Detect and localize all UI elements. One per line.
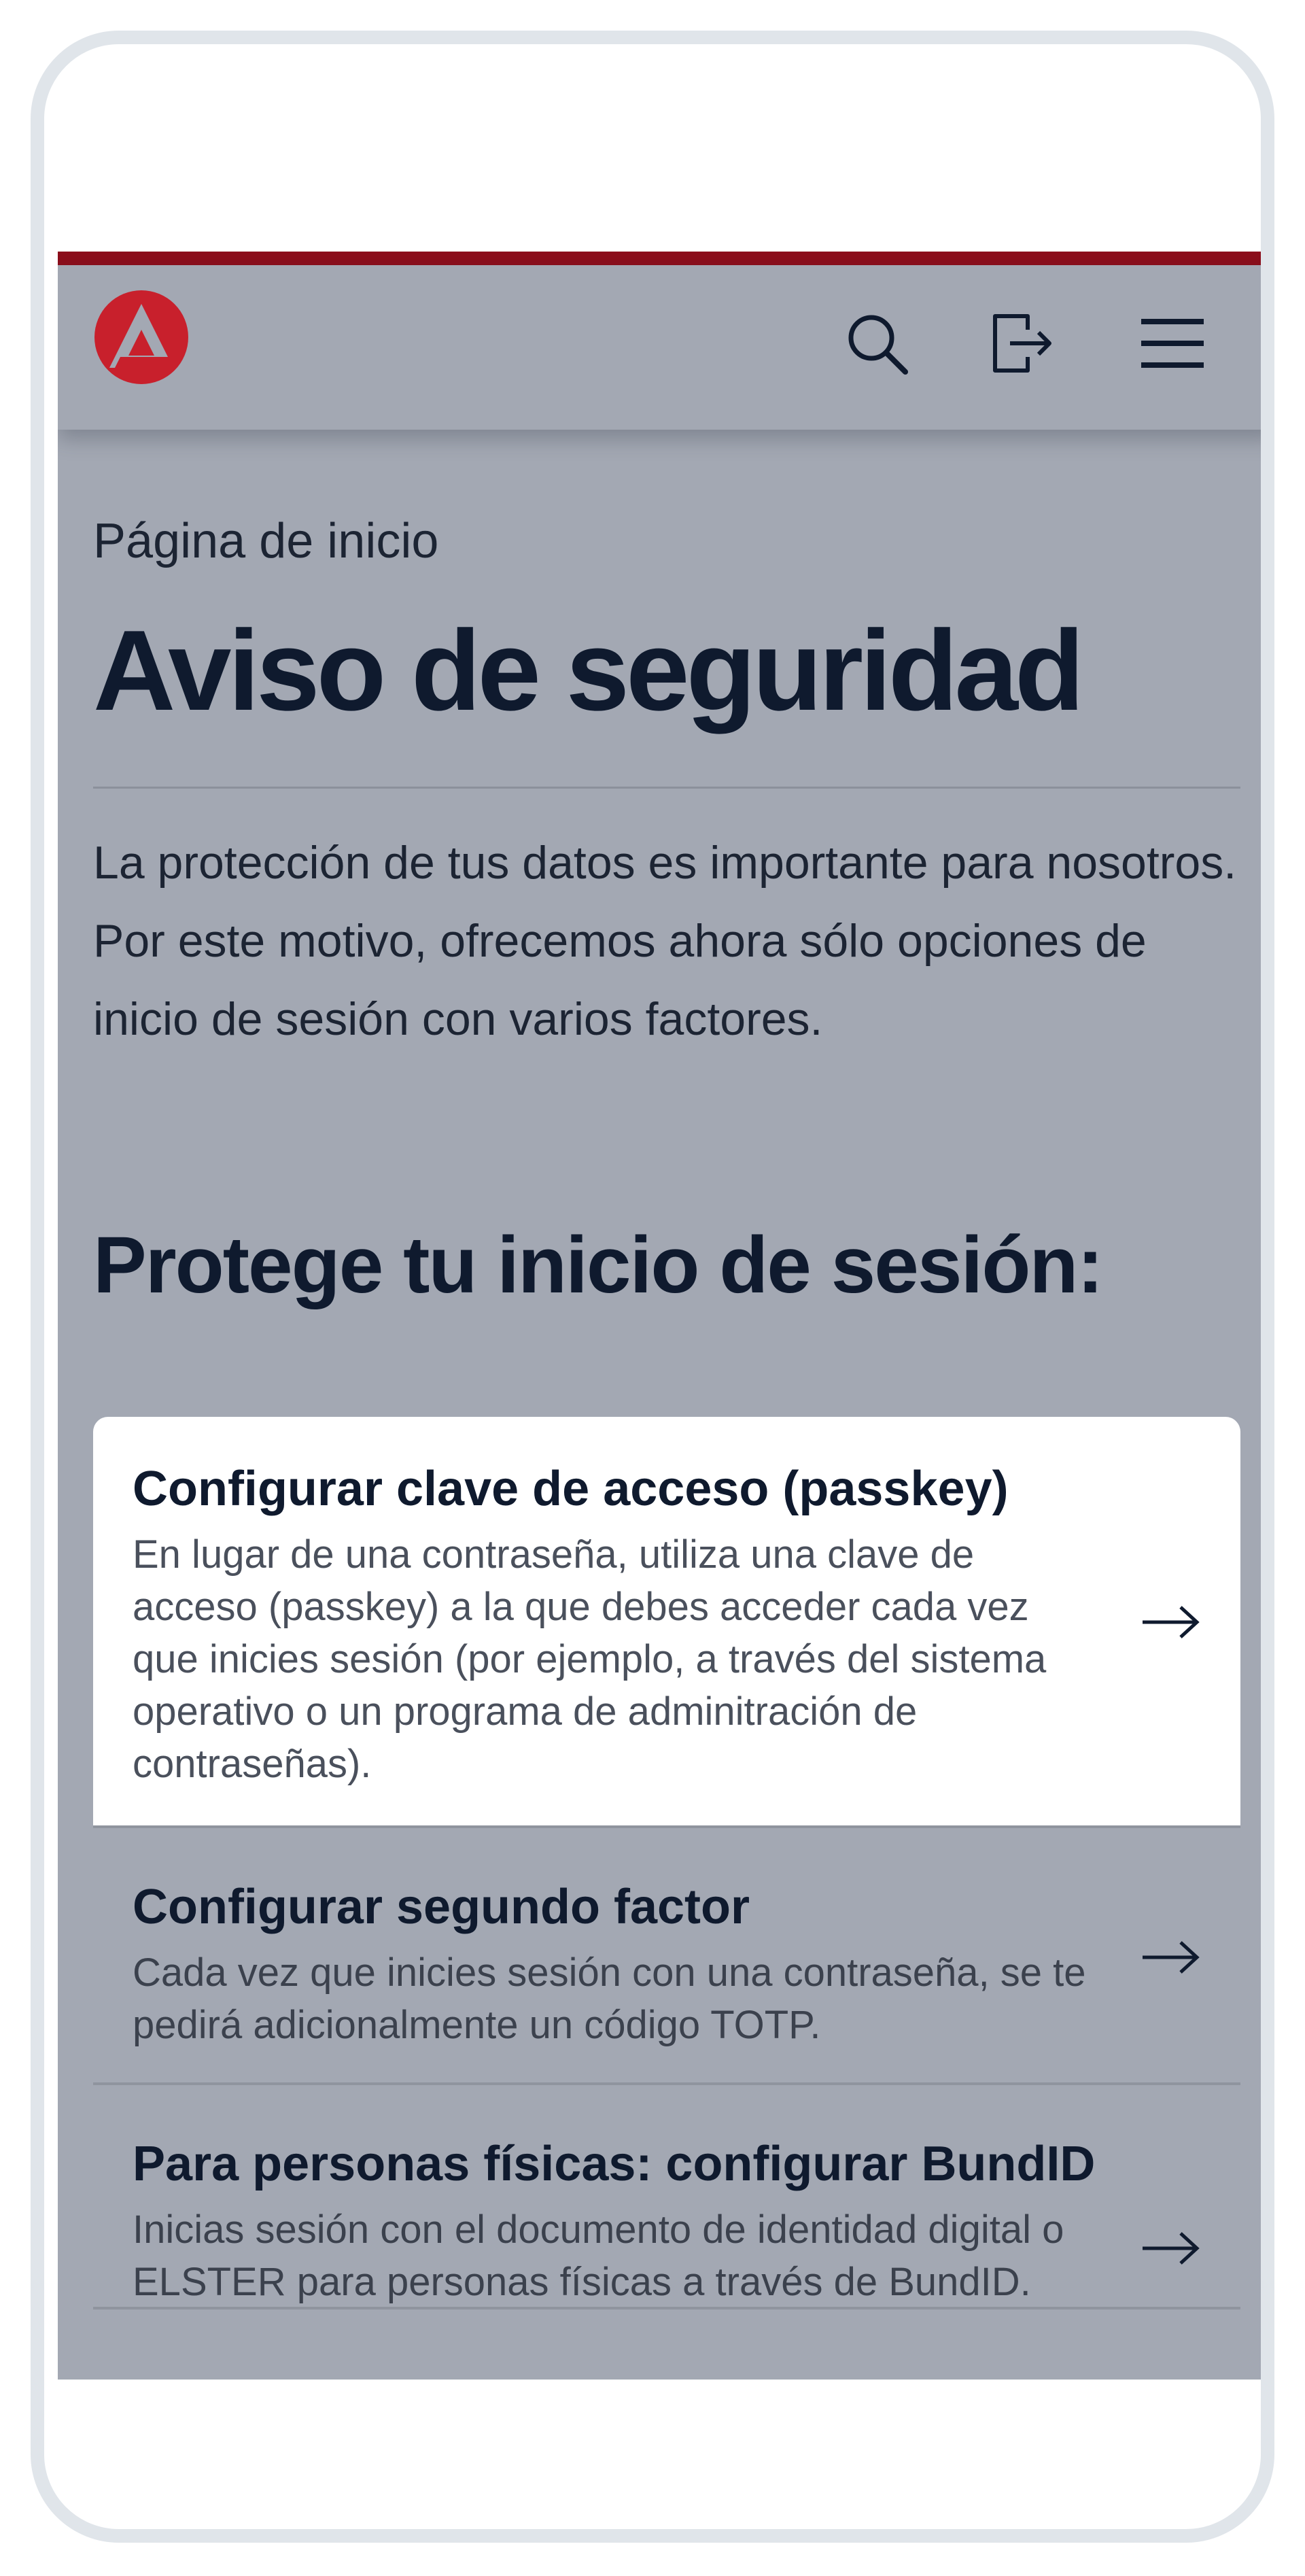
- section-title: Protege tu inicio de sesión:: [93, 1220, 1104, 1310]
- login-options-list: Configurar clave de acceso (passkey) En …: [93, 1417, 1240, 2309]
- option-passkey[interactable]: Configurar clave de acceso (passkey) En …: [93, 1417, 1240, 1828]
- breadcrumb-home-link[interactable]: Página de inicio: [93, 517, 438, 566]
- home-logo-link[interactable]: [93, 289, 190, 385]
- search-icon: [848, 315, 908, 375]
- intro-text: La protección de tus datos es importante…: [93, 837, 1237, 1045]
- brand-top-bar: [58, 252, 1261, 265]
- search-button[interactable]: [839, 306, 914, 381]
- app-screen: Página de inicio Aviso de seguridad La p…: [58, 252, 1261, 2380]
- option-description: Cada vez que inicies sesión con una cont…: [133, 1951, 1086, 2047]
- hamburger-menu-icon: [1141, 319, 1204, 368]
- logout-icon: [993, 314, 1051, 373]
- option-title: Configurar segundo factor: [133, 1880, 750, 1934]
- option-bundid[interactable]: Para personas físicas: configurar BundID…: [93, 2085, 1240, 2309]
- option-title: Para personas físicas: configurar BundID: [133, 2137, 1096, 2191]
- option-description: En lugar de una contraseña, utiliza una …: [133, 1532, 1047, 1786]
- menu-button[interactable]: [1135, 306, 1210, 381]
- site-header: [58, 265, 1261, 430]
- arrow-right-icon: [1143, 1941, 1200, 1974]
- option-description: Inicias sesión con el documento de ident…: [133, 2208, 1064, 2304]
- phone-frame: Página de inicio Aviso de seguridad La p…: [31, 31, 1274, 2543]
- page-title: Aviso de seguridad: [93, 606, 1084, 734]
- option-second-factor[interactable]: Configurar segundo factor Cada vez que i…: [93, 1828, 1240, 2085]
- option-title: Configurar clave de acceso (passkey): [133, 1462, 1009, 1516]
- arrow-right-icon: [1143, 1606, 1200, 1638]
- arrow-right-icon: [1143, 2232, 1200, 2265]
- title-divider: [93, 787, 1240, 789]
- agentur-fuer-arbeit-logo-icon: [94, 290, 188, 384]
- logout-button[interactable]: [984, 306, 1058, 381]
